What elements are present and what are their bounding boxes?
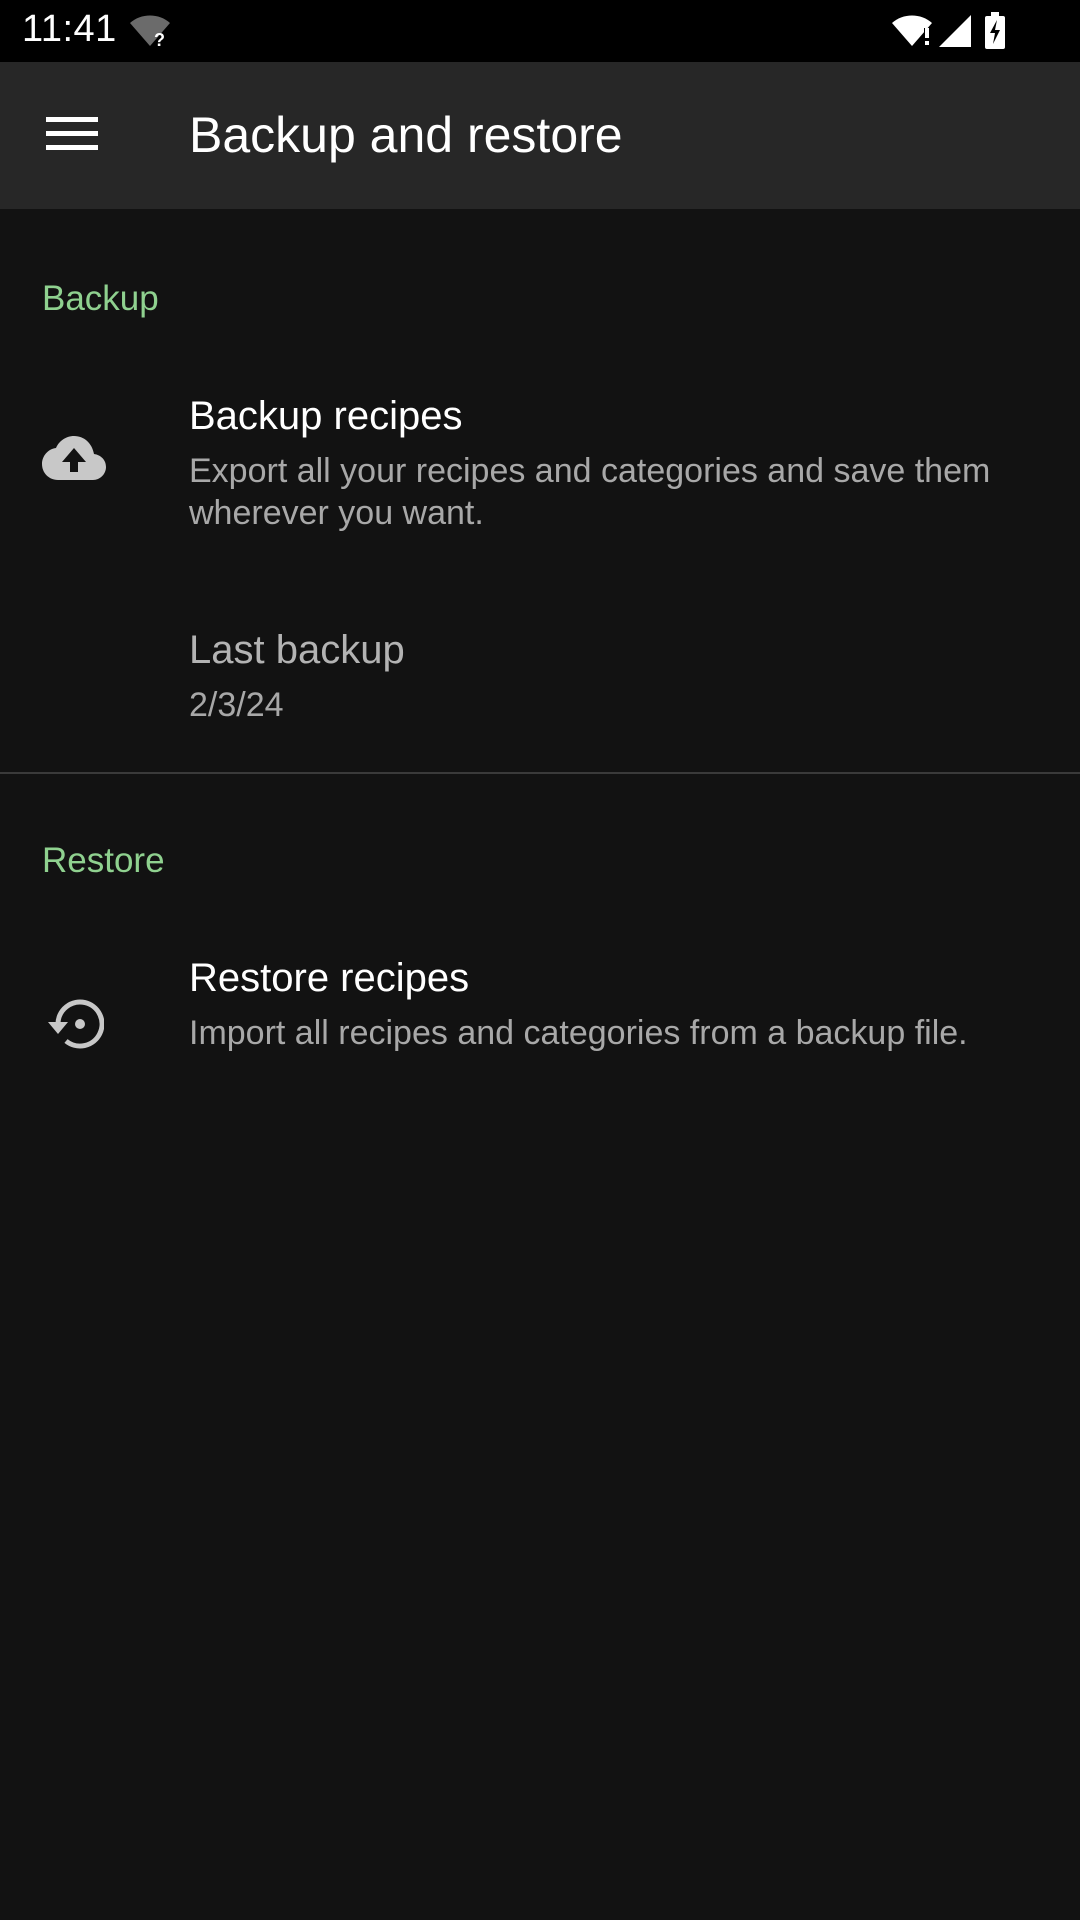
wifi-alert-icon [890, 14, 934, 53]
section-header-backup: Backup [42, 279, 159, 318]
last-backup-item: Last backup 2/3/24 [0, 620, 1080, 730]
restore-recipes-title: Restore recipes [189, 956, 470, 1000]
backup-recipes-summary: Export all your recipes and categories a… [189, 452, 991, 532]
last-backup-date: 2/3/24 [189, 686, 284, 724]
restore-recipes-item[interactable]: Restore recipes Import all recipes and c… [0, 942, 1080, 1102]
cloud-upload-icon [40, 425, 108, 493]
screen: 11:41 ? Backup and restore Backup Backup… [0, 0, 1080, 1920]
app-bar: Backup and restore [0, 62, 1080, 209]
backup-recipes-title: Backup recipes [189, 394, 463, 438]
status-time: 11:41 [22, 8, 117, 50]
last-backup-title: Last backup [189, 628, 405, 672]
page-title: Backup and restore [189, 107, 623, 163]
cell-signal-icon [938, 14, 972, 53]
status-bar: 11:41 ? [0, 0, 1080, 62]
section-header-restore: Restore [42, 841, 165, 880]
restore-recipes-summary: Import all recipes and categories from a… [189, 1014, 968, 1052]
menu-button[interactable] [30, 100, 114, 172]
svg-text:?: ? [154, 30, 165, 48]
wifi-unknown-icon: ? [128, 14, 172, 53]
battery-charging-icon [984, 12, 1006, 55]
backup-recipes-item[interactable]: Backup recipes Export all your recipes a… [0, 380, 1080, 540]
restore-icon [40, 990, 108, 1058]
section-divider [0, 772, 1080, 774]
menu-icon [46, 114, 98, 159]
